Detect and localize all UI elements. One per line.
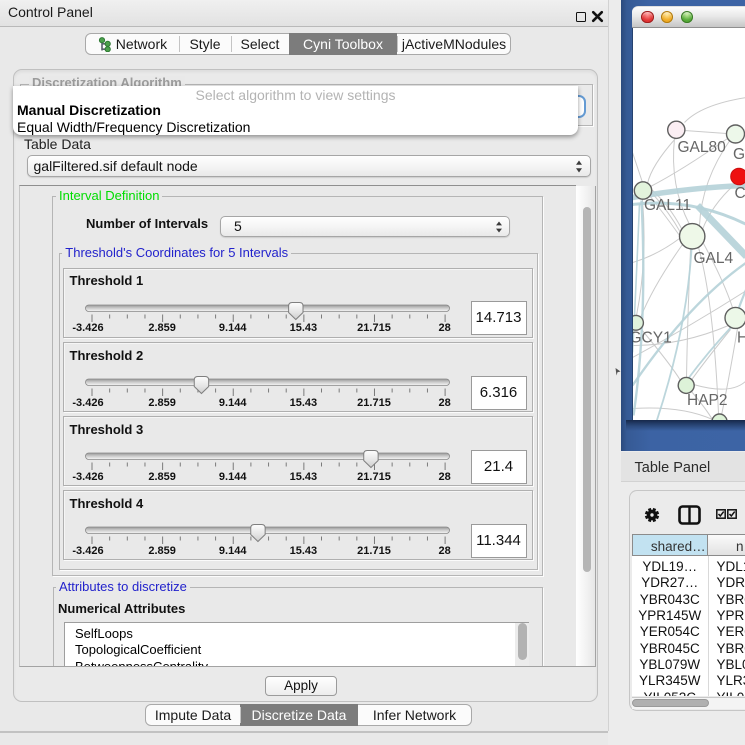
svg-text:GAL4: GAL4 — [693, 250, 733, 267]
svg-text:H: H — [737, 329, 745, 346]
svg-text:G.: G. — [733, 146, 745, 163]
svg-text:GAL80: GAL80 — [677, 139, 726, 156]
svg-text:GAL11: GAL11 — [644, 197, 691, 214]
svg-text:HAP2: HAP2 — [687, 392, 728, 409]
svg-text:GCY1: GCY1 — [633, 329, 672, 346]
svg-text:C: C — [734, 185, 745, 202]
